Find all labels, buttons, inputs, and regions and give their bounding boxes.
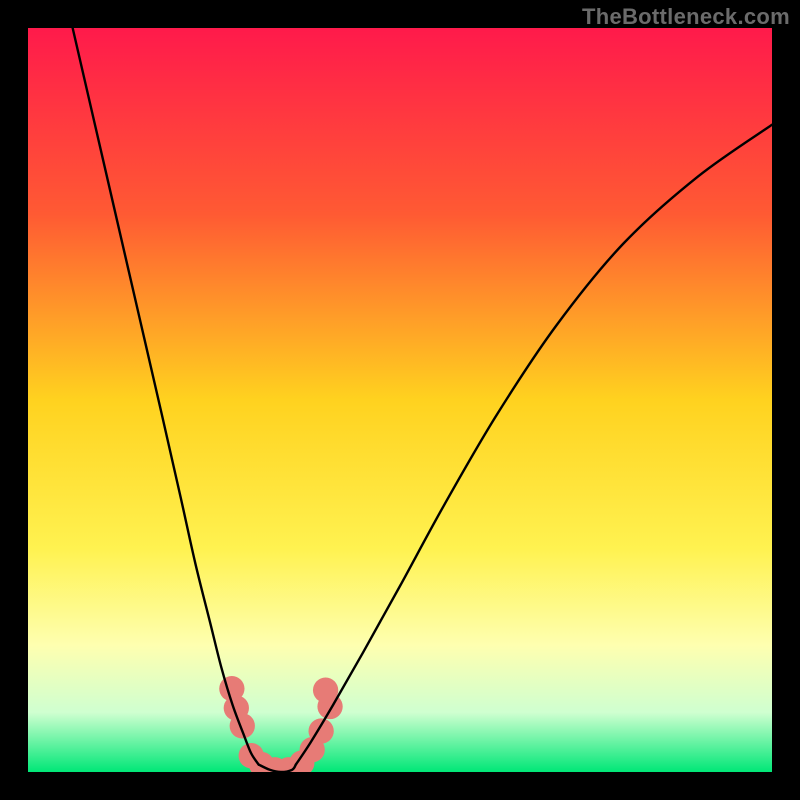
highlight-dot [313, 678, 338, 703]
plot-area [28, 28, 772, 772]
highlight-dot [230, 713, 255, 738]
watermark-label: TheBottleneck.com [582, 4, 790, 30]
gradient-background [28, 28, 772, 772]
chart-frame: TheBottleneck.com [0, 0, 800, 800]
plot-svg [28, 28, 772, 772]
